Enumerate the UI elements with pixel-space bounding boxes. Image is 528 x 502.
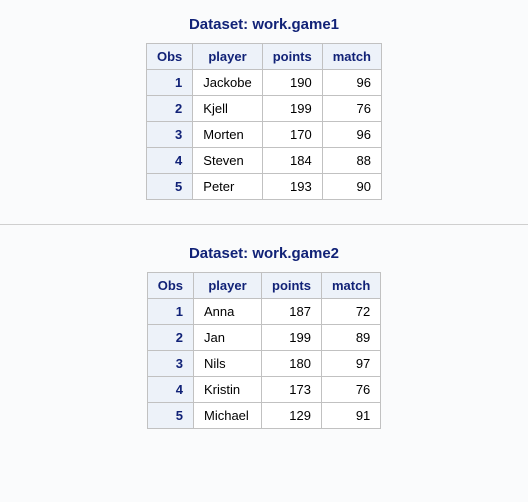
cell-points: 190: [262, 70, 322, 96]
cell-player: Morten: [193, 122, 262, 148]
cell-player: Jackobe: [193, 70, 262, 96]
table-row: 2 Kjell 199 76: [146, 96, 381, 122]
dataset-section-2: Dataset: work.game2 Obs player points ma…: [0, 229, 528, 449]
cell-points: 184: [262, 148, 322, 174]
dataset-table-1: Obs player points match 1 Jackobe 190 96…: [146, 43, 382, 200]
cell-obs: 3: [146, 122, 192, 148]
cell-match: 72: [322, 299, 381, 325]
cell-match: 89: [322, 325, 381, 351]
cell-points: 193: [262, 174, 322, 200]
table-header-row: Obs player points match: [147, 273, 381, 299]
col-points: points: [262, 44, 322, 70]
cell-match: 76: [322, 377, 381, 403]
cell-match: 91: [322, 403, 381, 429]
table-row: 5 Peter 193 90: [146, 174, 381, 200]
cell-points: 129: [262, 403, 322, 429]
cell-points: 173: [262, 377, 322, 403]
cell-player: Steven: [193, 148, 262, 174]
cell-player: Anna: [194, 299, 262, 325]
dataset-section-1: Dataset: work.game1 Obs player points ma…: [0, 0, 528, 220]
divider: [0, 224, 528, 225]
cell-match: 88: [322, 148, 381, 174]
cell-match: 96: [322, 70, 381, 96]
dataset-title: Dataset: work.game2: [0, 245, 528, 262]
table-row: 4 Kristin 173 76: [147, 377, 381, 403]
cell-obs: 5: [146, 174, 192, 200]
col-player: player: [193, 44, 262, 70]
col-obs: Obs: [146, 44, 192, 70]
cell-player: Peter: [193, 174, 262, 200]
cell-obs: 2: [147, 325, 193, 351]
cell-obs: 2: [146, 96, 192, 122]
cell-obs: 4: [147, 377, 193, 403]
col-points: points: [262, 273, 322, 299]
cell-obs: 4: [146, 148, 192, 174]
cell-obs: 3: [147, 351, 193, 377]
col-player: player: [194, 273, 262, 299]
table-row: 5 Michael 129 91: [147, 403, 381, 429]
cell-points: 199: [262, 325, 322, 351]
cell-points: 170: [262, 122, 322, 148]
dataset-table-2: Obs player points match 1 Anna 187 72 2 …: [147, 272, 382, 429]
cell-obs: 1: [147, 299, 193, 325]
cell-player: Kristin: [194, 377, 262, 403]
cell-match: 90: [322, 174, 381, 200]
table-row: 1 Anna 187 72: [147, 299, 381, 325]
cell-player: Jan: [194, 325, 262, 351]
cell-points: 180: [262, 351, 322, 377]
cell-match: 97: [322, 351, 381, 377]
cell-match: 96: [322, 122, 381, 148]
cell-player: Michael: [194, 403, 262, 429]
table-row: 3 Morten 170 96: [146, 122, 381, 148]
table-header-row: Obs player points match: [146, 44, 381, 70]
cell-match: 76: [322, 96, 381, 122]
cell-player: Nils: [194, 351, 262, 377]
table-row: 1 Jackobe 190 96: [146, 70, 381, 96]
cell-obs: 5: [147, 403, 193, 429]
col-match: match: [322, 44, 381, 70]
col-obs: Obs: [147, 273, 193, 299]
dataset-title: Dataset: work.game1: [0, 16, 528, 33]
table-row: 3 Nils 180 97: [147, 351, 381, 377]
cell-player: Kjell: [193, 96, 262, 122]
cell-obs: 1: [146, 70, 192, 96]
cell-points: 199: [262, 96, 322, 122]
cell-points: 187: [262, 299, 322, 325]
table-row: 4 Steven 184 88: [146, 148, 381, 174]
col-match: match: [322, 273, 381, 299]
table-row: 2 Jan 199 89: [147, 325, 381, 351]
